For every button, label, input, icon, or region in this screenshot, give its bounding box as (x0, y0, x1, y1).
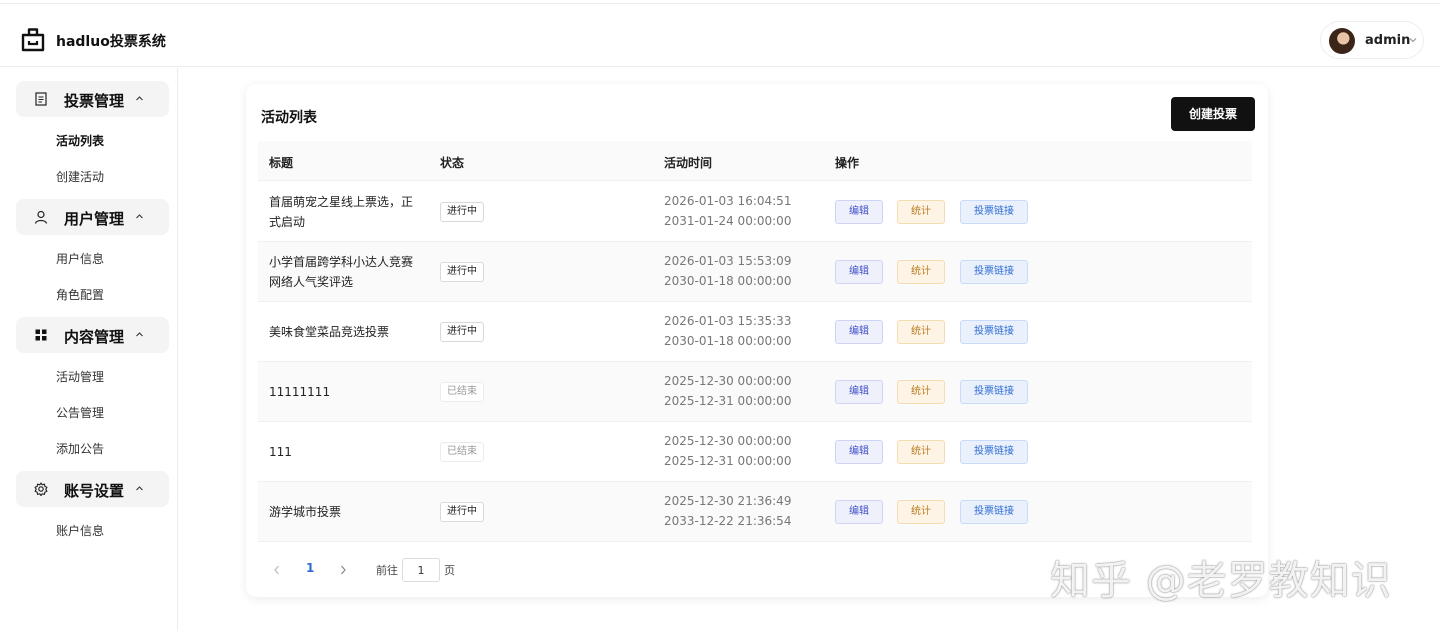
user-menu[interactable]: admin (1320, 21, 1424, 59)
table-header: 标题 状态 活动时间 操作 (258, 141, 1252, 181)
sidebar-group-label: 投票管理 (64, 92, 125, 110)
end-time: 2025-12-31 00:00:00 (664, 454, 792, 468)
end-time: 2025-12-31 00:00:00 (664, 394, 792, 408)
column-header-time: 活动时间 (664, 156, 713, 170)
vote-link-button[interactable]: 投票链接 (960, 380, 1028, 404)
sidebar-group-label: 用户管理 (64, 210, 125, 228)
start-time: 2026-01-03 15:53:09 (664, 254, 792, 268)
username: admin (1365, 33, 1411, 48)
stats-button[interactable]: 统计 (897, 320, 945, 344)
sidebar-group-content-management[interactable]: 内容管理 (16, 317, 169, 353)
vote-link-button[interactable]: 投票链接 (960, 500, 1028, 524)
app-title: hadluo投票系统 (56, 34, 166, 50)
table-row: 美味食堂菜品竞选投票 进行中 2026-01-03 15:35:33 2030-… (258, 302, 1252, 362)
start-time: 2025-12-30 21:36:49 (664, 494, 792, 508)
edit-button[interactable]: 编辑 (835, 260, 883, 284)
activity-list-card: 活动列表 创建投票 标题 状态 活动时间 操作 首届萌宠之星线上票选，正式启动 … (246, 84, 1268, 597)
gear-icon (34, 482, 48, 496)
edit-button[interactable]: 编辑 (835, 320, 883, 344)
user-icon (34, 210, 48, 224)
status-badge: 已结束 (440, 382, 484, 402)
chevron-up-icon (136, 486, 143, 491)
column-header-status: 状态 (440, 156, 465, 170)
sidebar-item-activity-management[interactable]: 活动管理 (56, 368, 104, 385)
sidebar-item-create-activity[interactable]: 创建活动 (56, 168, 104, 185)
status-badge: 进行中 (440, 262, 484, 282)
sidebar-group-label: 内容管理 (64, 328, 125, 346)
sidebar-item-activity-list[interactable]: 活动列表 (56, 132, 104, 149)
status-badge: 已结束 (440, 442, 484, 462)
start-time: 2025-12-30 00:00:00 (664, 434, 792, 448)
stats-button[interactable]: 统计 (897, 500, 945, 524)
stats-button[interactable]: 统计 (897, 260, 945, 284)
sidebar-item-user-info[interactable]: 用户信息 (56, 250, 104, 267)
page-unit-label: 页 (444, 564, 455, 577)
chevron-up-icon (136, 96, 143, 101)
sidebar-item-add-notice[interactable]: 添加公告 (56, 440, 104, 457)
stats-button[interactable]: 统计 (897, 380, 945, 404)
sidebar-group-label: 账号设置 (64, 482, 125, 500)
edit-button[interactable]: 编辑 (835, 380, 883, 404)
end-time: 2033-12-22 21:36:54 (664, 514, 792, 528)
vote-link-button[interactable]: 投票链接 (960, 440, 1028, 464)
sidebar-group-user-management[interactable]: 用户管理 (16, 199, 169, 235)
avatar (1329, 28, 1355, 54)
sidebar-item-notice-management[interactable]: 公告管理 (56, 404, 104, 421)
chevron-right-icon[interactable] (338, 564, 348, 576)
row-title: 小学首届跨学科小达人竞赛网络人气奖评选 (269, 255, 414, 289)
end-time: 2030-01-18 00:00:00 (664, 334, 792, 348)
sidebar-item-account-info[interactable]: 账户信息 (56, 522, 104, 539)
end-time: 2030-01-18 00:00:00 (664, 274, 792, 288)
sidebar-item-role-config[interactable]: 角色配置 (56, 286, 104, 303)
watermark: 知乎 @老罗教知识 (1050, 558, 1392, 604)
table-row: 首届萌宠之星线上票选，正式启动 进行中 2026-01-03 16:04:51 … (258, 182, 1252, 242)
edit-button[interactable]: 编辑 (835, 500, 883, 524)
stats-button[interactable]: 统计 (897, 200, 945, 224)
sidebar-group-account-settings[interactable]: 账号设置 (16, 471, 169, 507)
create-vote-button[interactable]: 创建投票 (1171, 97, 1255, 131)
column-header-title: 标题 (269, 156, 294, 170)
start-time: 2026-01-03 16:04:51 (664, 194, 792, 208)
grid-icon (35, 329, 47, 341)
start-time: 2025-12-30 00:00:00 (664, 374, 792, 388)
chevron-left-icon[interactable] (272, 564, 282, 576)
chevron-up-icon (136, 214, 143, 219)
page-jump-input[interactable] (402, 558, 440, 582)
edit-button[interactable]: 编辑 (835, 440, 883, 464)
bag-icon (21, 28, 45, 52)
end-time: 2031-01-24 00:00:00 (664, 214, 792, 228)
top-header: hadluo投票系统 admin (0, 4, 1440, 67)
stats-button[interactable]: 统计 (897, 440, 945, 464)
pagination: 1 前往 页 (270, 558, 670, 582)
vote-link-button[interactable]: 投票链接 (960, 200, 1028, 224)
edit-button[interactable]: 编辑 (835, 200, 883, 224)
sidebar-group-vote-management[interactable]: 投票管理 (16, 81, 169, 117)
row-title: 游学城市投票 (269, 505, 342, 519)
chevron-down-icon (1409, 38, 1417, 43)
vote-link-button[interactable]: 投票链接 (960, 320, 1028, 344)
start-time: 2026-01-03 15:35:33 (664, 314, 792, 328)
document-icon (35, 92, 47, 106)
table-row: 游学城市投票 进行中 2025-12-30 21:36:49 2033-12-2… (258, 482, 1252, 542)
row-title: 11111111 (269, 385, 331, 399)
sidebar: 投票管理 活动列表 创建活动 用户管理 用户信息 角色配置 内容管理 活动管理 … (0, 68, 178, 631)
vote-link-button[interactable]: 投票链接 (960, 260, 1028, 284)
page-number-current[interactable]: 1 (306, 561, 314, 575)
status-badge: 进行中 (440, 322, 484, 342)
status-badge: 进行中 (440, 202, 484, 222)
table-row: 11111111 已结束 2025-12-30 00:00:00 2025-12… (258, 362, 1252, 422)
column-header-actions: 操作 (835, 156, 860, 170)
row-title: 111 (269, 445, 292, 459)
page-title: 活动列表 (261, 110, 317, 126)
table-row: 111 已结束 2025-12-30 00:00:00 2025-12-31 0… (258, 422, 1252, 482)
row-title: 首届萌宠之星线上票选，正式启动 (269, 195, 414, 229)
chevron-up-icon (136, 332, 143, 337)
status-badge: 进行中 (440, 502, 484, 522)
row-title: 美味食堂菜品竞选投票 (269, 325, 390, 339)
table-row: 小学首届跨学科小达人竞赛网络人气奖评选 进行中 2026-01-03 15:53… (258, 242, 1252, 302)
goto-label: 前往 (376, 564, 398, 577)
